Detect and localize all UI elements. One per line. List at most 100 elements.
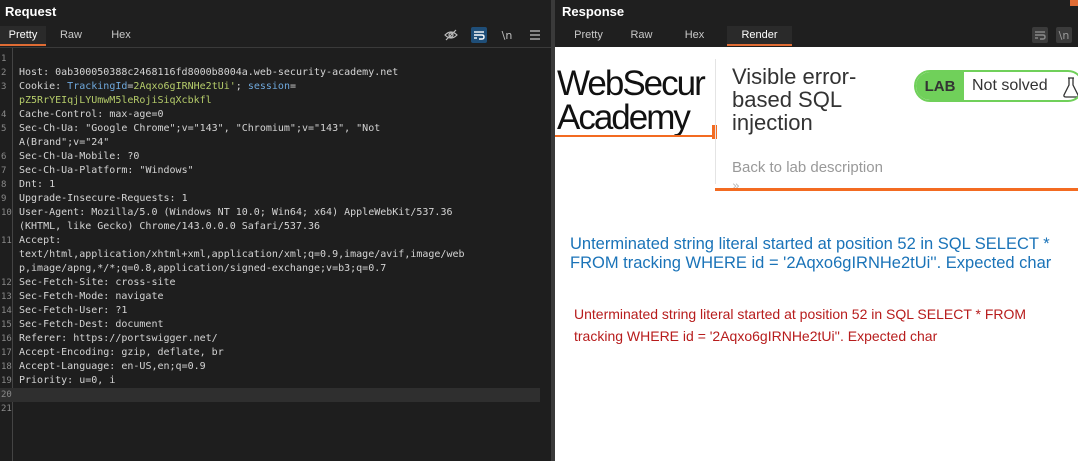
header-name: Host: — [19, 67, 56, 78]
header-value: ?0 — [127, 151, 140, 162]
line-number — [0, 136, 13, 150]
line-text: pZ5RrYEIqjLYUmwM5leRojiSiqXcbkfl — [13, 94, 212, 108]
wrap-icon[interactable] — [1032, 27, 1048, 43]
tab-pretty[interactable]: Pretty — [562, 26, 615, 46]
line-number: 5 — [1, 124, 7, 134]
line-text: Accept-Language: en-US,en;q=0.9 — [13, 360, 206, 374]
line-number — [0, 248, 13, 262]
header-value: document — [115, 319, 164, 330]
line-number: 16 — [1, 334, 12, 344]
line-number — [0, 94, 13, 108]
logo-line-2: Academy — [557, 98, 691, 137]
cookie-name: TrackingId — [67, 81, 128, 92]
tab-render[interactable]: Render — [727, 26, 792, 46]
tab-hex[interactable]: Hex — [96, 26, 146, 46]
header-name: Accept-Language: — [19, 361, 122, 372]
code-line: 10 User-Agent: Mozilla/5.0 (Windows NT 10… — [0, 206, 540, 220]
line-text: A(Brand";v="24" — [13, 136, 109, 150]
code-line: 18 Accept-Language: en-US,en;q=0.9 — [0, 360, 540, 374]
header-value: 1 — [181, 193, 188, 204]
code-line: 3 Cookie: TrackingId = 2Aqxo6gIRNHe2tUi'; s… — [0, 80, 540, 94]
error-message-heading: Unterminated string literal started at p… — [570, 235, 1052, 272]
code-line: 19 Priority: u=0, i — [0, 374, 540, 388]
line-text — [13, 402, 19, 416]
line-text: p,image/apng,*/*;q=0.8,application/signe… — [13, 262, 386, 276]
code-line: 7 Sec-Ch-Ua-Platform: "Windows" — [0, 164, 540, 178]
request-pane: Request Pretty Raw Hex \n 1 2 Host: 0ab300… — [0, 0, 551, 461]
line-number: 8 — [1, 180, 7, 190]
request-toolbar: \n — [443, 27, 543, 43]
line-number: 1 — [1, 54, 7, 64]
code-line: 9 Upgrade-Insecure-Requests: 1 — [0, 192, 540, 206]
line-number: 19 — [1, 376, 12, 386]
line-text: Accept: — [13, 234, 61, 248]
line-text: Cookie: TrackingId = 2Aqxo6gIRNHe2tUi'; se… — [13, 80, 296, 94]
header-name: Cookie: — [19, 81, 68, 92]
tab-pretty[interactable]: Pretty — [0, 26, 46, 46]
code-line: 13 Sec-Fetch-Mode: navigate — [0, 290, 540, 304]
request-code: 1 2 Host: 0ab300050388c2468116fd8000b8004a… — [0, 52, 540, 416]
header-value: Mozilla/5.0 (Windows NT 10.0; Win64; x64… — [91, 207, 453, 218]
header-value: navigate — [115, 291, 164, 302]
header-name: Sec-Fetch-Dest: — [19, 319, 116, 330]
newline-toggle[interactable]: \n — [499, 27, 515, 43]
line-text: (KHTML, like Gecko) Chrome/143.0.0.0 Saf… — [13, 220, 320, 234]
menu-icon[interactable] — [527, 27, 543, 43]
code-line: pZ5RrYEIqjLYUmwM5leRojiSiqXcbkfl — [0, 94, 540, 108]
code-line: p,image/apng,*/*;q=0.8,application/signe… — [0, 262, 540, 276]
line-number: 15 — [1, 320, 12, 330]
request-editor[interactable]: 1 2 Host: 0ab300050388c2468116fd8000b8004a… — [0, 47, 551, 461]
code-line: 14 Sec-Fetch-User: ?1 — [0, 304, 540, 318]
accent-mark — [1070, 0, 1078, 6]
header-name: Accept-Encoding: — [19, 347, 122, 358]
code-line: 2 Host: 0ab300050388c2468116fd8000b8004a.… — [0, 66, 540, 80]
line-text: Sec-Ch-Ua: "Google Chrome";v="143", "Chr… — [13, 122, 380, 136]
logo-underline — [555, 135, 715, 137]
line-text — [13, 388, 19, 402]
newline-toggle[interactable]: \n — [1056, 27, 1072, 43]
header-value: cross-site — [115, 277, 176, 288]
header-name: Priority: — [19, 375, 80, 386]
code-line: A(Brand";v="24" — [0, 136, 540, 150]
line-number: 20 — [1, 390, 12, 400]
code-line: 17 Accept-Encoding: gzip, deflate, br — [0, 346, 540, 360]
code-line: 16 Referer: https://portswigger.net/ — [0, 332, 540, 346]
code-line: 12 Sec-Fetch-Site: cross-site — [0, 276, 540, 290]
line-text — [13, 52, 19, 66]
code-line: text/html,application/xhtml+xml,applicat… — [0, 248, 540, 262]
code-line: (KHTML, like Gecko) Chrome/143.0.0.0 Saf… — [0, 220, 540, 234]
cookie-separator: ; — [235, 81, 248, 92]
line-number: 9 — [1, 194, 7, 204]
back-to-lab-link[interactable]: Back to lab description — [732, 159, 883, 176]
header-value: en-US,en;q=0.9 — [121, 361, 206, 372]
cookie-name: session — [247, 81, 290, 92]
header-value: "Google Chrome";v="143", "Chromium";v="1… — [85, 123, 381, 134]
line-text: Sec-Fetch-Dest: document — [13, 318, 164, 332]
code-line: 5 Sec-Ch-Ua: "Google Chrome";v="143", "Ch… — [0, 122, 540, 136]
lab-status-widget: LAB Not solved — [914, 70, 1078, 102]
tab-raw[interactable]: Raw — [46, 26, 96, 46]
code-line: 8 Dnt: 1 — [0, 178, 540, 192]
tab-raw[interactable]: Raw — [615, 26, 668, 46]
line-number: 6 — [1, 152, 7, 162]
header-name: Sec-Ch-Ua: — [19, 123, 86, 134]
eye-off-icon[interactable] — [443, 27, 459, 43]
line-number: 2 — [1, 68, 7, 78]
double-chevron-icon: » — [732, 179, 740, 194]
header-name: Accept: — [19, 235, 62, 246]
header-value: gzip, deflate, br — [121, 347, 224, 358]
line-text: User-Agent: Mozilla/5.0 (Windows NT 10.0… — [13, 206, 452, 220]
line-text: Referer: https://portswigger.net/ — [13, 332, 218, 346]
line-number: 14 — [1, 306, 12, 316]
line-text: Cache-Control: max-age=0 — [13, 108, 164, 122]
line-text: text/html,application/xhtml+xml,applicat… — [13, 248, 465, 262]
web-security-academy-logo[interactable]: WebSecur Academy — [557, 67, 717, 139]
header-name: User-Agent: — [19, 207, 92, 218]
header-value: p,image/apng,*/*;q=0.8,application/signe… — [19, 263, 387, 274]
tab-hex[interactable]: Hex — [668, 26, 721, 46]
header-value: "Windows" — [139, 165, 194, 176]
code-line: 6 Sec-Ch-Ua-Mobile: ?0 — [0, 150, 540, 164]
line-text: Host: 0ab300050388c2468116fd8000b8004a.w… — [13, 66, 398, 80]
header-orange-bar — [715, 188, 1078, 191]
wrap-icon[interactable] — [471, 27, 487, 43]
